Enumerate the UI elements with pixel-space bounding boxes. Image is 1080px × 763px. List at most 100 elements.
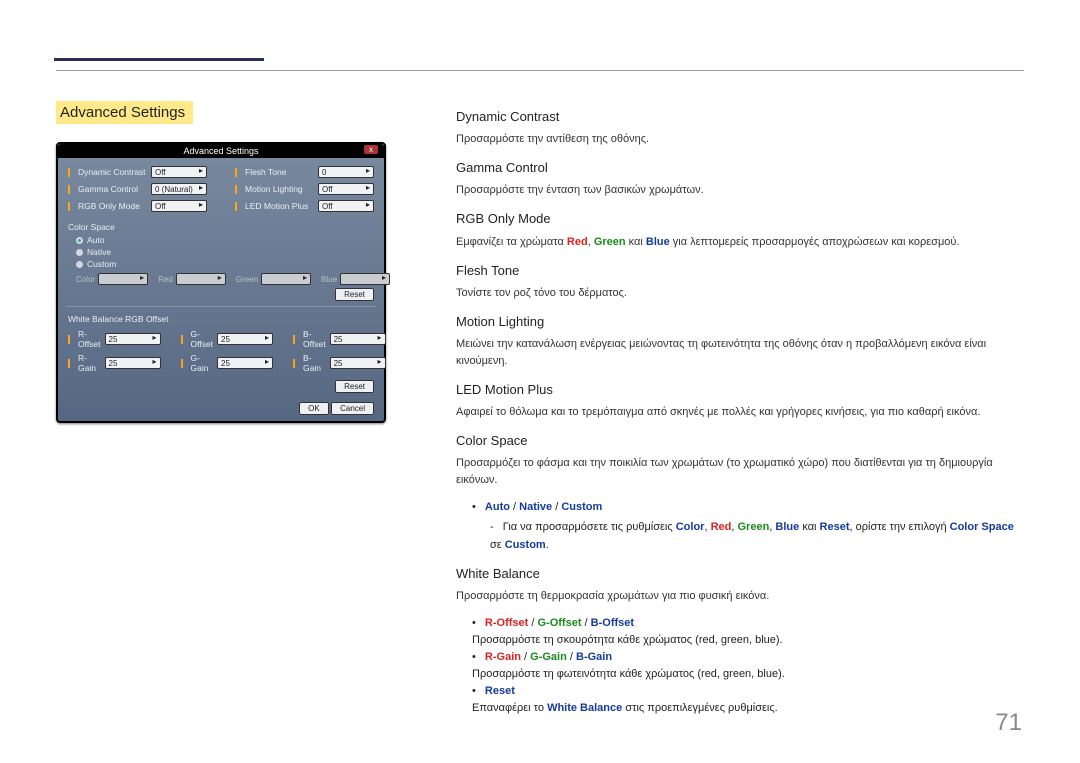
- sub-custom: Custom: [505, 539, 546, 551]
- row-b-gain: B-Gain 25: [293, 353, 386, 373]
- radio-label-custom: Custom: [87, 259, 116, 269]
- osd-title: Advanced Settings: [183, 146, 258, 156]
- select-r-gain[interactable]: 25: [105, 357, 161, 369]
- bullet-gains: R-Gain / G-Gain / B-Gain Προσαρμόστε τη …: [472, 649, 1024, 683]
- ok-button[interactable]: OK: [299, 402, 329, 415]
- select-flesh-tone[interactable]: 0: [318, 166, 374, 178]
- sub-green: Green: [738, 521, 770, 533]
- wb-heading: White Balance RGB Offset: [68, 314, 374, 324]
- label-green: Green: [236, 275, 258, 284]
- wb-reset-post: στις προεπιλεγμένες ρυθμίσεις.: [622, 702, 777, 714]
- select-gamma-control[interactable]: 0 (Natural): [151, 183, 207, 195]
- select-g-gain[interactable]: 25: [217, 357, 273, 369]
- wb-reset-text: Επαναφέρει το White Balance στις προεπιλ…: [472, 700, 1024, 717]
- label-r-offset: R-Offset: [78, 329, 101, 349]
- select-dynamic-contrast[interactable]: Off: [151, 166, 207, 178]
- left-column: Advanced Settings Advanced Settings x Dy…: [56, 101, 396, 727]
- row-g-offset: G-Offset 25: [181, 329, 274, 349]
- label-dynamic-contrast: Dynamic Contrast: [78, 167, 147, 177]
- sep: /: [552, 501, 561, 513]
- color-picker-green: Green: [236, 273, 311, 285]
- select-green[interactable]: [261, 273, 311, 285]
- bullet-list-white-balance: R-Offset / G-Offset / B-Offset Προσαρμόσ…: [456, 615, 1024, 717]
- text-dynamic-contrast: Προσαρμόστε την αντίθεση της οθόνης.: [456, 131, 1024, 148]
- radio-icon: [76, 249, 83, 256]
- row-r-offset: R-Offset 25: [68, 329, 161, 349]
- color-picker-red: Red: [158, 273, 226, 285]
- sub-list: Για να προσαρμόσετε τις ρυθμίσεις Color,…: [472, 519, 1024, 553]
- select-b-gain[interactable]: 25: [330, 357, 386, 369]
- wb-col-2: G-Offset 25 G-Gain 25: [181, 329, 274, 377]
- row-r-gain: R-Gain 25: [68, 353, 161, 373]
- select-blue[interactable]: [340, 273, 390, 285]
- page: Advanced Settings Advanced Settings x Dy…: [0, 0, 1080, 727]
- bullet-icon: [68, 168, 70, 177]
- select-red[interactable]: [176, 273, 226, 285]
- osd-body: Dynamic Contrast Off Gamma Control 0 (Na…: [58, 158, 384, 397]
- wb-reset: Reset: [485, 685, 515, 697]
- heading-dynamic-contrast: Dynamic Contrast: [456, 107, 1024, 127]
- bullet-icon: [68, 202, 70, 211]
- reset-row-2: Reset: [68, 381, 374, 391]
- select-motion-lighting[interactable]: Off: [318, 183, 374, 195]
- close-icon[interactable]: x: [364, 145, 378, 154]
- wb-gains-text: Προσαρμόστε τη φωτεινότητα κάθε χρώματος…: [472, 666, 1024, 683]
- radio-label-auto: Auto: [87, 235, 105, 245]
- label-rgb-only: RGB Only Mode: [78, 201, 147, 211]
- page-number: 71: [995, 709, 1022, 737]
- sep: και: [626, 236, 646, 248]
- wb-col-3: B-Offset 25 B-Gain 25: [293, 329, 386, 377]
- radio-label-native: Native: [87, 247, 111, 257]
- bullet-icon: [293, 335, 295, 344]
- wb-r-offset: R-Offset: [485, 617, 528, 629]
- bullet-icon: [235, 185, 237, 194]
- heading-white-balance: White Balance: [456, 564, 1024, 584]
- select-color[interactable]: [98, 273, 148, 285]
- sub-item-1: Για να προσαρμόσετε τις ρυθμίσεις Color,…: [490, 519, 1024, 553]
- row-flesh-tone: Flesh Tone 0: [235, 166, 374, 178]
- bullet-offsets: R-Offset / G-Offset / B-Offset Προσαρμόσ…: [472, 615, 1024, 649]
- sub-reset: Reset: [820, 521, 850, 533]
- label-g-offset: G-Offset: [191, 329, 214, 349]
- label-r-gain: R-Gain: [78, 353, 101, 373]
- osd-titlebar: Advanced Settings x: [58, 144, 384, 158]
- wb-g-offset: G-Offset: [537, 617, 581, 629]
- two-column-layout: Advanced Settings Advanced Settings x Dy…: [56, 101, 1024, 727]
- select-b-offset[interactable]: 25: [330, 333, 386, 345]
- color-picker-blue: Blue: [321, 273, 390, 285]
- heading-color-space: Color Space: [456, 431, 1024, 451]
- rgb-red: Red: [567, 236, 588, 248]
- reset-button-2[interactable]: Reset: [335, 380, 374, 393]
- sep: /: [567, 651, 576, 663]
- color-space-heading: Color Space: [68, 222, 374, 232]
- rgb-post: για λεπτομερείς προσαρμογές αποχρώσεων κ…: [670, 236, 960, 248]
- row-b-offset: B-Offset 25: [293, 329, 386, 349]
- label-motion-lighting: Motion Lighting: [245, 184, 314, 194]
- label-led-motion-plus: LED Motion Plus: [245, 201, 314, 211]
- label-b-offset: B-Offset: [303, 329, 326, 349]
- sub-pre: Για να προσαρμόσετε τις ρυθμίσεις: [503, 521, 676, 533]
- select-rgb-only[interactable]: Off: [151, 200, 207, 212]
- cancel-button[interactable]: Cancel: [331, 402, 374, 415]
- osd-top-rows: Dynamic Contrast Off Gamma Control 0 (Na…: [68, 166, 374, 217]
- select-g-offset[interactable]: 25: [217, 333, 273, 345]
- radio-native[interactable]: Native: [76, 247, 374, 257]
- row-rgb-only: RGB Only Mode Off: [68, 200, 207, 212]
- radio-custom[interactable]: Custom: [76, 259, 374, 269]
- bullet-icon: [235, 202, 237, 211]
- bullet-icon: [181, 359, 183, 368]
- sub-cs: Color Space: [950, 521, 1014, 533]
- bullet-auto-native-custom: Auto / Native / Custom Για να προσαρμόσε…: [472, 499, 1024, 553]
- wb-offsets-text: Προσαρμόστε τη σκουρότητα κάθε χρώματος …: [472, 632, 1024, 649]
- osd-screenshot: Advanced Settings x Dynamic Contrast Off: [56, 142, 386, 423]
- radio-icon: [76, 237, 83, 244]
- wb-r-gain: R-Gain: [485, 651, 521, 663]
- radio-auto[interactable]: Auto: [76, 235, 374, 245]
- select-led-motion-plus[interactable]: Off: [318, 200, 374, 212]
- osd-col-b: Flesh Tone 0 Motion Lighting Off LED Mot…: [235, 166, 374, 217]
- select-r-offset[interactable]: 25: [105, 333, 161, 345]
- bullet-icon: [68, 185, 70, 194]
- reset-button[interactable]: Reset: [335, 288, 374, 301]
- label-flesh-tone: Flesh Tone: [245, 167, 314, 177]
- text-gamma-control: Προσαρμόστε την ένταση των βασικών χρωμά…: [456, 182, 1024, 199]
